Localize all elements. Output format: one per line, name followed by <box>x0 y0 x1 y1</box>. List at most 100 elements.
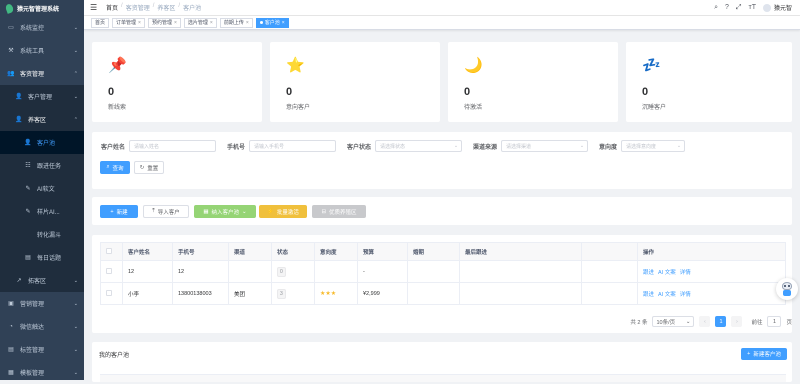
search-icon[interactable]: ⌕ <box>714 4 718 12</box>
follow-up-link[interactable]: 跟进 <box>643 270 654 276</box>
query-button[interactable]: ⌕ 查询 <box>100 161 130 174</box>
breadcrumb-item[interactable]: 客资管理 <box>126 3 150 12</box>
table-header-row: 客户姓名 手机号 渠道 状态 意向度 预算 婚期 最后跟进 操作 <box>100 242 786 261</box>
row-checkbox[interactable] <box>106 267 112 274</box>
tab-pre-upload[interactable]: 前期上传 × <box>219 17 253 28</box>
next-page-button[interactable]: › <box>731 316 743 327</box>
help-icon[interactable]: ? <box>725 4 729 11</box>
my-pool-card: 我的客户池 + 新建客户池 <box>92 342 792 382</box>
lock-icon: ⊟ <box>321 208 327 215</box>
ai-copy-link[interactable]: AI 文案 <box>658 292 676 298</box>
close-icon[interactable]: × <box>282 20 285 26</box>
navbar-right: ⌕ ? ⤢ тT 猿元智 <box>714 3 792 12</box>
edit-icon: ✎ <box>25 209 31 215</box>
sidebar-item-customer-pool[interactable]: 👤 客户池 <box>0 131 84 154</box>
status-badge: 0 <box>277 266 286 277</box>
customer-name-input[interactable]: 请输入姓名 <box>129 140 217 152</box>
stat-value: 0 <box>642 86 649 98</box>
breadcrumb-item[interactable]: 养客区 <box>157 3 175 12</box>
hamburger-icon[interactable]: ☰ <box>90 3 100 12</box>
grid-icon: ▦ <box>203 208 209 215</box>
monitor-icon: ▭ <box>8 25 14 31</box>
cell-phone: 13800138003 <box>172 282 229 305</box>
sidebar-item-nurture-zone[interactable]: 👤 养客区 ⌃ <box>0 108 84 131</box>
detail-link[interactable]: 详情 <box>680 292 691 298</box>
premium-zone-button[interactable]: ⊟ 优质养殖区 <box>312 205 366 218</box>
sidebar-item-sample-ai[interactable]: ✎ 样片AI... <box>0 200 84 223</box>
add-button[interactable]: + 新建 <box>100 205 138 218</box>
intent-select[interactable]: 请选择意向度 ⌄ <box>621 140 686 152</box>
star-icon: ⭐ <box>286 57 305 74</box>
tab-orders[interactable]: 订单管理 × <box>112 17 145 28</box>
app-logo[interactable]: 猿元智管理系统 <box>0 0 84 16</box>
user-icon: 👤 <box>24 140 32 146</box>
join-pool-button[interactable]: ▦ 纳入客户池 ⌄ <box>194 205 256 218</box>
search-form: 客户姓名 请输入姓名 手机号 请输入手机号 客户状态 请选择状态 ⌄ 渠道来源 请… <box>92 132 792 189</box>
chevron-down-icon: ⌄ <box>676 143 682 149</box>
sidebar-item-expand-zone[interactable]: ↗ 拓客区 ⌄ <box>0 269 84 292</box>
sidebar-item-wechat[interactable]: ◔ 微信触达 ⌄ <box>0 315 84 338</box>
active-dot-icon <box>259 21 263 24</box>
user-menu[interactable]: 猿元智 <box>762 3 792 12</box>
pagination: 共 2 条 10条/页 ⌄ ‹ 1 › 前往 1 页 <box>630 316 792 327</box>
follow-up-link[interactable]: 跟进 <box>643 292 654 298</box>
select-all-checkbox[interactable] <box>106 247 112 254</box>
close-icon[interactable]: × <box>174 20 177 26</box>
doc-icon: ▤ <box>25 255 31 261</box>
sidebar-item-system-tools[interactable]: ⚒ 系统工具 ⌄ <box>0 39 84 62</box>
stat-value: 0 <box>286 86 293 98</box>
cell-channel: 美团 <box>228 282 272 305</box>
sidebar-item-funnel[interactable]: 转化漏斗 <box>0 223 84 246</box>
sleep-icon: 💤 <box>642 57 661 74</box>
cell-budget: - <box>357 260 408 283</box>
tag-icon: ▤ <box>8 347 14 353</box>
cell-intent <box>314 260 358 283</box>
fullscreen-icon[interactable]: ⤢ <box>736 4 742 12</box>
sidebar-item-marketing[interactable]: ▣ 营销管理 ⌄ <box>0 292 84 315</box>
sidebar-item-daily-topic[interactable]: ▤ 每日话题 <box>0 246 84 269</box>
import-button[interactable]: ⤒ 导入客户 <box>143 205 189 218</box>
detail-link[interactable]: 详情 <box>680 270 691 276</box>
sidebar: 猿元智管理系统 ▭ 系统监控 ⌄ ⚒ 系统工具 ⌄ 👥 客资管理 ⌃ 👤 客户管理 ⌄ 👤 养客区… <box>0 0 84 380</box>
search-icon: ⌕ <box>106 164 110 170</box>
chevron-down-icon: ⌄ <box>73 323 78 330</box>
edit-icon: ✎ <box>25 186 31 192</box>
tab-customer-pool[interactable]: 客户池 × <box>255 17 289 28</box>
sidebar-item-templates[interactable]: ▦ 模板管理 ⌄ <box>0 361 84 384</box>
sidebar-item-customer-management[interactable]: 👥 客资管理 ⌃ <box>0 62 84 85</box>
new-pool-button[interactable]: + 新建客户池 <box>741 348 787 360</box>
star-rating: ★★★ <box>320 291 337 297</box>
batch-activate-button[interactable]: ⚡ 批量激活 <box>259 205 307 218</box>
tab-appointments[interactable]: 预约管理 × <box>147 17 181 28</box>
chevron-down-icon: ⌄ <box>685 318 691 325</box>
stat-label: 沉睡客户 <box>642 105 667 111</box>
breadcrumb-item[interactable]: 首页 <box>106 3 118 12</box>
font-size-icon[interactable]: тT <box>749 4 756 11</box>
reset-button[interactable]: ↻ 重置 <box>134 161 164 174</box>
chevron-down-icon: ⌄ <box>73 300 78 307</box>
sidebar-item-system-monitor[interactable]: ▭ 系统监控 ⌄ <box>0 16 84 39</box>
close-icon[interactable]: × <box>138 20 141 26</box>
table-row: 12 12 0 - 跟进 AI 文案 详情 <box>100 260 786 283</box>
prev-page-button[interactable]: ‹ <box>699 316 711 327</box>
sidebar-item-ai-copy[interactable]: ✎ AI软文 <box>0 177 84 200</box>
breadcrumb-item: 客户池 <box>183 6 202 12</box>
ai-assistant-button[interactable] <box>776 278 798 300</box>
breadcrumb: 首页 / 客资管理 / 养客区 / 客户池 <box>106 3 202 12</box>
status-select[interactable]: 请选择状态 ⌄ <box>375 140 463 152</box>
phone-input[interactable]: 请输入手机号 <box>249 140 337 152</box>
channel-select[interactable]: 请选择渠道 ⌄ <box>501 140 589 152</box>
goto-page-input[interactable]: 1 <box>767 316 782 327</box>
tab-photo-select[interactable]: 选片管理 × <box>183 17 217 28</box>
close-icon[interactable]: × <box>210 20 213 26</box>
sidebar-item-customers[interactable]: 👤 客户管理 ⌄ <box>0 85 84 108</box>
close-icon[interactable]: × <box>246 20 249 26</box>
tab-home[interactable]: 首页 <box>91 17 110 28</box>
cell-phone: 12 <box>172 260 229 283</box>
sidebar-item-tags[interactable]: ▤ 标签管理 ⌄ <box>0 338 84 361</box>
page-size-select[interactable]: 10条/页 ⌄ <box>652 316 695 327</box>
sidebar-item-follow-tasks[interactable]: ☷ 跟进任务 <box>0 154 84 177</box>
row-checkbox[interactable] <box>106 289 112 296</box>
page-number[interactable]: 1 <box>715 316 727 327</box>
ai-copy-link[interactable]: AI 文案 <box>658 270 676 276</box>
